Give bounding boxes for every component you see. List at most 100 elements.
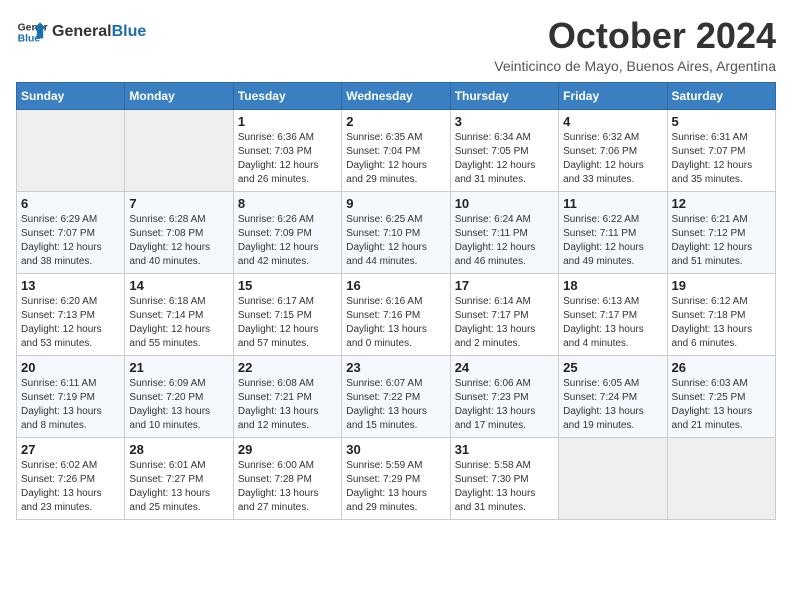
calendar-day-cell: 30Sunrise: 5:59 AMSunset: 7:29 PMDayligh…	[342, 437, 450, 519]
day-info: Sunrise: 6:03 AMSunset: 7:25 PMDaylight:…	[672, 377, 771, 433]
calendar-day-cell: 12 Sunrise: 6:21 AMSunset: 7:12 PMDayligh…	[667, 191, 775, 273]
day-info: Sunrise: 6:05 AMSunset: 7:24 PMDaylight:…	[563, 377, 662, 433]
calendar-day-cell: 21Sunrise: 6:09 AMSunset: 7:20 PMDayligh…	[125, 355, 233, 437]
day-number: 23	[346, 360, 445, 375]
day-info: Sunrise: 5:59 AMSunset: 7:29 PMDaylight:…	[346, 459, 445, 515]
calendar-day-cell: 8Sunrise: 6:26 AMSunset: 7:09 PMDaylight…	[233, 191, 341, 273]
calendar-table: SundayMondayTuesdayWednesdayThursdayFrid…	[16, 82, 776, 520]
day-number: 4	[563, 114, 662, 129]
calendar-day-cell	[17, 109, 125, 191]
calendar-header: SundayMondayTuesdayWednesdayThursdayFrid…	[17, 82, 776, 109]
calendar-day-cell: 2 Sunrise: 6:35 AMSunset: 7:04 PMDaylight…	[342, 109, 450, 191]
day-number: 31	[455, 442, 554, 457]
day-number: 17	[455, 278, 554, 293]
month-title: October 2024	[494, 16, 776, 56]
header: General Blue GeneralBlue October 2024 Ve…	[16, 16, 776, 74]
calendar-week-row: 27 Sunrise: 6:02 AMSunset: 7:26 PMDayligh…	[17, 437, 776, 519]
day-info: Sunrise: 6:16 AMSunset: 7:16 PMDaylight:…	[346, 295, 445, 351]
day-info: Sunrise: 6:26 AMSunset: 7:09 PMDaylight:…	[238, 213, 337, 269]
day-of-week-header: Friday	[559, 82, 667, 109]
calendar-day-cell: 24 Sunrise: 6:06 AMSunset: 7:23 PMDayligh…	[450, 355, 558, 437]
day-number: 12	[672, 196, 771, 211]
day-number: 2	[346, 114, 445, 129]
calendar-day-cell: 18 Sunrise: 6:13 AMSunset: 7:17 PMDayligh…	[559, 273, 667, 355]
day-info: Sunrise: 6:24 AMSunset: 7:11 PMDaylight:…	[455, 213, 554, 269]
location-subtitle: Veinticinco de Mayo, Buenos Aires, Argen…	[494, 58, 776, 74]
calendar-day-cell: 23 Sunrise: 6:07 AMSunset: 7:22 PMDayligh…	[342, 355, 450, 437]
day-info: Sunrise: 6:06 AMSunset: 7:23 PMDaylight:…	[455, 377, 554, 433]
day-info: Sunrise: 6:32 AMSunset: 7:06 PMDaylight:…	[563, 131, 662, 187]
calendar-day-cell: 9Sunrise: 6:25 AMSunset: 7:10 PMDaylight…	[342, 191, 450, 273]
days-of-week-row: SundayMondayTuesdayWednesdayThursdayFrid…	[17, 82, 776, 109]
logo-icon: General Blue	[16, 16, 48, 48]
day-number: 1	[238, 114, 337, 129]
day-info: Sunrise: 6:12 AMSunset: 7:18 PMDaylight:…	[672, 295, 771, 351]
day-info: Sunrise: 6:31 AMSunset: 7:07 PMDaylight:…	[672, 131, 771, 187]
calendar-day-cell: 26 Sunrise: 6:03 AMSunset: 7:25 PMDayligh…	[667, 355, 775, 437]
calendar-day-cell: 10 Sunrise: 6:24 AMSunset: 7:11 PMDayligh…	[450, 191, 558, 273]
day-number: 25	[563, 360, 662, 375]
calendar-week-row: 6Sunrise: 6:29 AMSunset: 7:07 PMDaylight…	[17, 191, 776, 273]
calendar-week-row: 20Sunrise: 6:11 AMSunset: 7:19 PMDayligh…	[17, 355, 776, 437]
day-number: 16	[346, 278, 445, 293]
day-number: 20	[21, 360, 120, 375]
day-number: 28	[129, 442, 228, 457]
calendar-day-cell: 28 Sunrise: 6:01 AMSunset: 7:27 PMDayligh…	[125, 437, 233, 519]
day-number: 15	[238, 278, 337, 293]
day-of-week-header: Saturday	[667, 82, 775, 109]
calendar-day-cell: 20Sunrise: 6:11 AMSunset: 7:19 PMDayligh…	[17, 355, 125, 437]
day-info: Sunrise: 6:35 AMSunset: 7:04 PMDaylight:…	[346, 131, 445, 187]
day-info: Sunrise: 6:22 AMSunset: 7:11 PMDaylight:…	[563, 213, 662, 269]
day-number: 29	[238, 442, 337, 457]
calendar-day-cell: 27 Sunrise: 6:02 AMSunset: 7:26 PMDayligh…	[17, 437, 125, 519]
calendar-day-cell: 6Sunrise: 6:29 AMSunset: 7:07 PMDaylight…	[17, 191, 125, 273]
calendar-body: 1 Sunrise: 6:36 AMSunset: 7:03 PMDaylight…	[17, 109, 776, 519]
calendar-day-cell: 1 Sunrise: 6:36 AMSunset: 7:03 PMDaylight…	[233, 109, 341, 191]
day-number: 18	[563, 278, 662, 293]
day-info: Sunrise: 6:01 AMSunset: 7:27 PMDaylight:…	[129, 459, 228, 515]
day-number: 19	[672, 278, 771, 293]
day-info: Sunrise: 6:13 AMSunset: 7:17 PMDaylight:…	[563, 295, 662, 351]
calendar-day-cell: 14Sunrise: 6:18 AMSunset: 7:14 PMDayligh…	[125, 273, 233, 355]
calendar-day-cell: 16 Sunrise: 6:16 AMSunset: 7:16 PMDayligh…	[342, 273, 450, 355]
day-of-week-header: Tuesday	[233, 82, 341, 109]
calendar-day-cell: 31 Sunrise: 5:58 AMSunset: 7:30 PMDayligh…	[450, 437, 558, 519]
day-info: Sunrise: 6:25 AMSunset: 7:10 PMDaylight:…	[346, 213, 445, 269]
day-info: Sunrise: 6:17 AMSunset: 7:15 PMDaylight:…	[238, 295, 337, 351]
day-number: 26	[672, 360, 771, 375]
day-number: 21	[129, 360, 228, 375]
logo-text: GeneralBlue	[52, 23, 146, 41]
calendar-day-cell: 25 Sunrise: 6:05 AMSunset: 7:24 PMDayligh…	[559, 355, 667, 437]
day-number: 3	[455, 114, 554, 129]
day-info: Sunrise: 6:02 AMSunset: 7:26 PMDaylight:…	[21, 459, 120, 515]
calendar-day-cell: 22Sunrise: 6:08 AMSunset: 7:21 PMDayligh…	[233, 355, 341, 437]
day-info: Sunrise: 6:18 AMSunset: 7:14 PMDaylight:…	[129, 295, 228, 351]
calendar-day-cell	[559, 437, 667, 519]
title-area: October 2024 Veinticinco de Mayo, Buenos…	[494, 16, 776, 74]
calendar-day-cell	[667, 437, 775, 519]
day-number: 24	[455, 360, 554, 375]
day-number: 22	[238, 360, 337, 375]
calendar-day-cell: 7 Sunrise: 6:28 AMSunset: 7:08 PMDaylight…	[125, 191, 233, 273]
day-number: 11	[563, 196, 662, 211]
calendar-day-cell: 15 Sunrise: 6:17 AMSunset: 7:15 PMDayligh…	[233, 273, 341, 355]
day-info: Sunrise: 5:58 AMSunset: 7:30 PMDaylight:…	[455, 459, 554, 515]
calendar-day-cell: 4 Sunrise: 6:32 AMSunset: 7:06 PMDaylight…	[559, 109, 667, 191]
day-info: Sunrise: 6:20 AMSunset: 7:13 PMDaylight:…	[21, 295, 120, 351]
day-info: Sunrise: 6:00 AMSunset: 7:28 PMDaylight:…	[238, 459, 337, 515]
logo: General Blue GeneralBlue	[16, 16, 146, 48]
day-of-week-header: Monday	[125, 82, 233, 109]
day-of-week-header: Wednesday	[342, 82, 450, 109]
day-number: 10	[455, 196, 554, 211]
day-of-week-header: Thursday	[450, 82, 558, 109]
day-number: 7	[129, 196, 228, 211]
day-info: Sunrise: 6:36 AMSunset: 7:03 PMDaylight:…	[238, 131, 337, 187]
calendar-day-cell: 17Sunrise: 6:14 AMSunset: 7:17 PMDayligh…	[450, 273, 558, 355]
day-info: Sunrise: 6:29 AMSunset: 7:07 PMDaylight:…	[21, 213, 120, 269]
day-info: Sunrise: 6:28 AMSunset: 7:08 PMDaylight:…	[129, 213, 228, 269]
day-info: Sunrise: 6:21 AMSunset: 7:12 PMDaylight:…	[672, 213, 771, 269]
day-info: Sunrise: 6:07 AMSunset: 7:22 PMDaylight:…	[346, 377, 445, 433]
day-number: 27	[21, 442, 120, 457]
calendar-day-cell: 19 Sunrise: 6:12 AMSunset: 7:18 PMDayligh…	[667, 273, 775, 355]
day-number: 5	[672, 114, 771, 129]
